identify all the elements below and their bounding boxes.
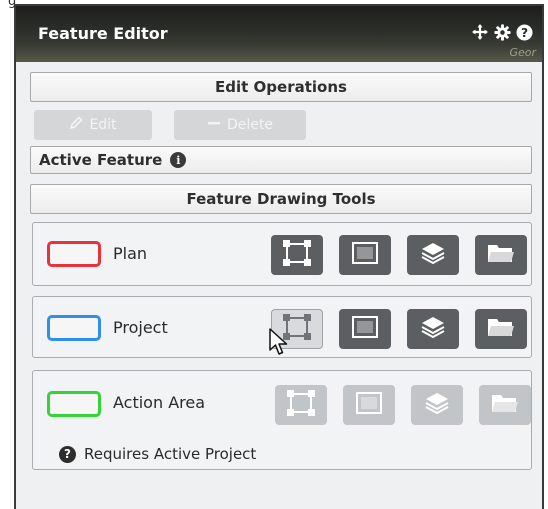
vertex-edit-icon <box>286 390 316 420</box>
edit-button[interactable]: Edit <box>34 110 152 140</box>
requires-active-project-note: ? Requires Active Project <box>59 445 256 463</box>
plan-vertex-edit-button[interactable] <box>271 235 323 275</box>
gear-icon[interactable] <box>492 22 512 42</box>
plan-color-swatch <box>47 241 101 267</box>
move-icon[interactable] <box>470 22 490 42</box>
pencil-icon <box>69 116 84 134</box>
rectangle-icon <box>351 241 379 269</box>
info-icon[interactable]: i <box>170 152 187 168</box>
drawing-tools-header: Feature Drawing Tools <box>30 184 532 214</box>
minus-icon <box>207 116 221 134</box>
title-bar-icons: ? <box>470 22 534 42</box>
action-area-layers-button[interactable] <box>411 385 463 425</box>
plan-folder-button[interactable] <box>475 235 527 275</box>
question-icon: ? <box>59 445 76 463</box>
action-area-rectangle-button[interactable] <box>343 385 395 425</box>
vertex-edit-icon <box>282 314 312 344</box>
active-feature-bar[interactable]: Active Feature i <box>30 146 532 174</box>
action-area-label: Action Area <box>113 393 206 412</box>
layers-icon <box>424 391 450 419</box>
project-vertex-edit-button[interactable] <box>271 309 323 349</box>
svg-text:?: ? <box>520 25 527 39</box>
folder-icon <box>487 316 515 342</box>
plan-layers-button[interactable] <box>407 235 459 275</box>
edit-operations-heading: Edit Operations <box>215 78 347 96</box>
project-layers-button[interactable] <box>407 309 459 349</box>
delete-button[interactable]: Delete <box>174 110 306 140</box>
help-icon[interactable]: ? <box>514 22 534 42</box>
project-label: Project <box>113 318 168 337</box>
project-color-swatch <box>47 315 101 341</box>
active-feature-label: Active Feature <box>39 151 163 169</box>
edit-button-label: Edit <box>89 117 117 133</box>
layers-icon <box>420 315 446 343</box>
folder-icon <box>491 392 519 418</box>
rectangle-icon <box>355 391 383 419</box>
folder-icon <box>487 242 515 268</box>
plan-rectangle-button[interactable] <box>339 235 391 275</box>
panel-title: Feature Editor <box>38 24 168 43</box>
edit-operations-header: Edit Operations <box>30 72 532 102</box>
plan-layer-card: Plan <box>32 222 532 286</box>
title-bar: Feature Editor ? Geor <box>16 6 542 62</box>
plan-label: Plan <box>113 244 148 263</box>
action-area-folder-button[interactable] <box>479 385 531 425</box>
action-area-color-swatch <box>47 391 101 417</box>
action-area-layer-card: Action Area ? Requires Active Project <box>32 370 532 470</box>
delete-button-label: Delete <box>227 117 273 133</box>
action-area-vertex-edit-button[interactable] <box>275 385 327 425</box>
vertex-edit-icon <box>282 240 312 270</box>
drawing-tools-heading: Feature Drawing Tools <box>186 190 376 208</box>
feature-editor-panel: Feature Editor ? Geor Edit Operations Ed… <box>14 4 544 509</box>
layers-icon <box>420 241 446 269</box>
requires-active-project-text: Requires Active Project <box>84 445 257 463</box>
rectangle-icon <box>351 315 379 343</box>
map-overlay-text: Geor <box>509 46 536 59</box>
project-rectangle-button[interactable] <box>339 309 391 349</box>
project-layer-card: Project <box>32 296 532 358</box>
project-folder-button[interactable] <box>475 309 527 349</box>
